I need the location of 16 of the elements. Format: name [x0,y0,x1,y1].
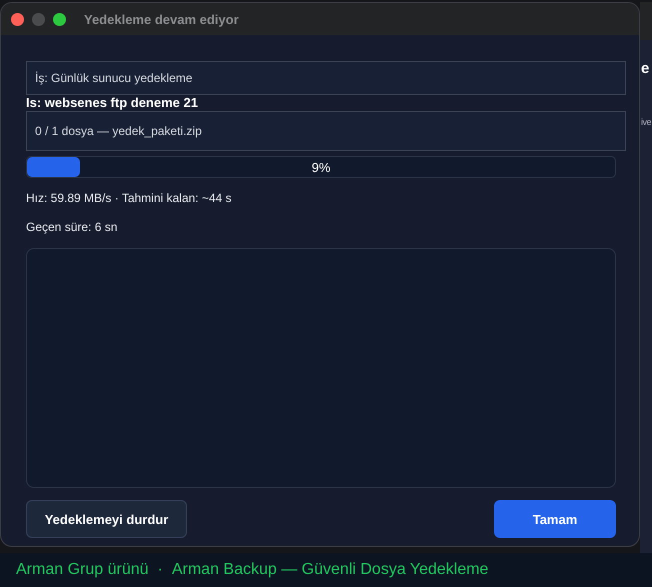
text-fragment: ive [641,117,652,127]
zoom-button[interactable] [53,12,66,26]
stat-text: Hız: 59.89 MB/s · Tahmini kalan: ~44 s [26,191,233,205]
footer-text: Arman Backup — Güvenli Dosya Yedekleme [172,561,488,579]
job-label: Is: websenes ftp deneme 21 [26,95,198,111]
progress-percent: 9% [312,160,330,175]
ok-button[interactable]: Tamam [494,500,616,538]
stop-button[interactable]: Yedeklemeyi durdur [26,500,187,538]
footer-separator: · [158,561,163,579]
window-title: Yedekleme devam ediyor [84,12,239,26]
footer-text: Arman Grup ürünü [16,561,149,579]
file-status-box: 0 / 1 dosya — yedek_paketi.zip [26,111,626,151]
close-button[interactable] [11,12,24,26]
text-fragment: e [641,60,650,77]
job-name-box: İş: Günlük sunucu yedekleme [26,61,626,95]
stat-text: Geçen süre: 6 sn [26,220,118,234]
